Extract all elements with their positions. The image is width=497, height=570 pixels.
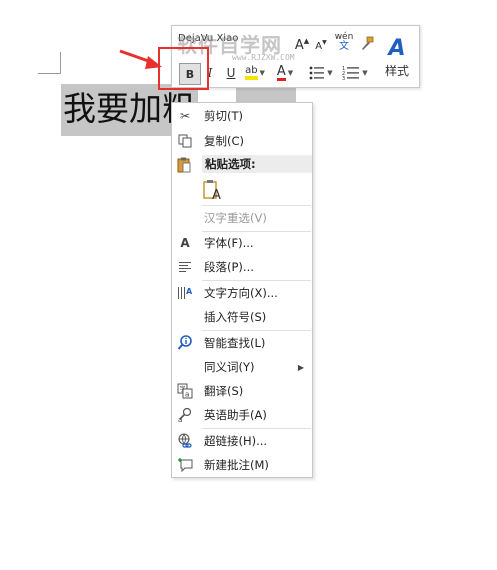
menu-item-english-assistant[interactable]: a 英语助手(A) — [172, 404, 312, 426]
paste-keep-text-only-button[interactable]: A — [202, 179, 224, 203]
menu-item-synonyms[interactable]: 同义词(Y) ▶ — [172, 356, 312, 378]
format-painter-button[interactable] — [358, 34, 376, 54]
menu-separator — [202, 280, 311, 281]
menu-item-translate[interactable]: 字a 翻译(S) — [172, 380, 312, 402]
watermark-url: www.RJZXW.COM — [232, 53, 295, 62]
bullets-button[interactable]: ▼ — [308, 63, 334, 83]
clipboard-icon — [177, 157, 193, 173]
svg-text:A: A — [186, 287, 193, 296]
menu-item-copy[interactable]: 复制(C) — [172, 130, 312, 152]
styles-icon: A — [388, 35, 406, 61]
paste-options-header: 粘贴选项: — [202, 155, 312, 173]
grow-font-button[interactable]: A ▲ — [295, 35, 309, 55]
shrink-font-button[interactable]: A ▼ — [314, 36, 328, 56]
menu-item-paragraph[interactable]: 段落(P)... — [172, 256, 312, 278]
menu-item-insert-symbol[interactable]: 插入符号(S) — [172, 306, 312, 328]
numbering-button[interactable]: 1 2 3 ▼ — [340, 63, 370, 83]
paragraph-icon — [177, 259, 193, 275]
bullet-list-icon — [309, 66, 325, 80]
format-painter-icon — [362, 36, 374, 50]
menu-item-new-comment[interactable]: 新建批注(M) — [172, 454, 312, 476]
submenu-arrow-icon: ▶ — [297, 362, 304, 372]
font-icon: A — [180, 236, 190, 250]
font-color-button[interactable]: A ▼ — [272, 63, 298, 83]
phonetic-guide-button[interactable]: wén 文 — [334, 32, 354, 52]
styles-button[interactable]: A 样式 — [378, 29, 416, 85]
menu-separator — [202, 330, 311, 331]
english-assistant-icon: a — [177, 407, 193, 423]
svg-text:3: 3 — [342, 76, 345, 81]
menu-item-hyperlink[interactable]: 超链接(H)... — [172, 430, 312, 452]
margin-guide-vertical — [60, 52, 61, 74]
menu-item-text-direction[interactable]: A 文字方向(X)... — [172, 282, 312, 304]
scissors-icon: ✂ — [179, 109, 191, 123]
font-color-icon: A — [276, 63, 286, 81]
numbered-list-icon: 1 2 3 — [342, 66, 360, 81]
shrink-font-icon: A — [315, 40, 323, 52]
hyperlink-icon — [177, 433, 193, 449]
menu-separator — [202, 428, 311, 429]
svg-text:a: a — [185, 391, 189, 399]
svg-text:A: A — [212, 188, 221, 201]
annotation-highlight-box — [158, 47, 209, 90]
margin-guide-horizontal — [38, 73, 60, 74]
menu-item-font[interactable]: A 字体(F)... — [172, 232, 312, 254]
paste-text-only-icon: A — [203, 180, 221, 203]
copy-icon — [177, 133, 193, 149]
grow-font-icon: A — [294, 37, 304, 53]
svg-text:a: a — [178, 416, 182, 423]
translate-icon: 字a — [177, 383, 193, 399]
highlight-icon: ab — [245, 66, 258, 80]
underline-button[interactable]: U — [222, 63, 240, 83]
text-direction-icon: A — [177, 285, 193, 301]
phonetic-bottom: 文 — [339, 41, 349, 52]
styles-label: 样式 — [384, 63, 409, 78]
menu-item-cut[interactable]: ✂ 剪切(T) — [172, 105, 312, 127]
new-comment-icon — [177, 457, 193, 473]
text-highlight-button[interactable]: ab ▼ — [242, 63, 268, 83]
menu-separator — [202, 205, 311, 206]
menu-item-reconvert: 汉字重选(V) — [204, 211, 267, 225]
menu-item-smart-lookup[interactable]: 智能查找(L) — [172, 332, 312, 354]
context-menu: ✂ 剪切(T) 复制(C) 粘贴选项: A 汉字重选(V) A 字体(F)...… — [171, 102, 313, 478]
smart-lookup-icon — [177, 335, 193, 351]
